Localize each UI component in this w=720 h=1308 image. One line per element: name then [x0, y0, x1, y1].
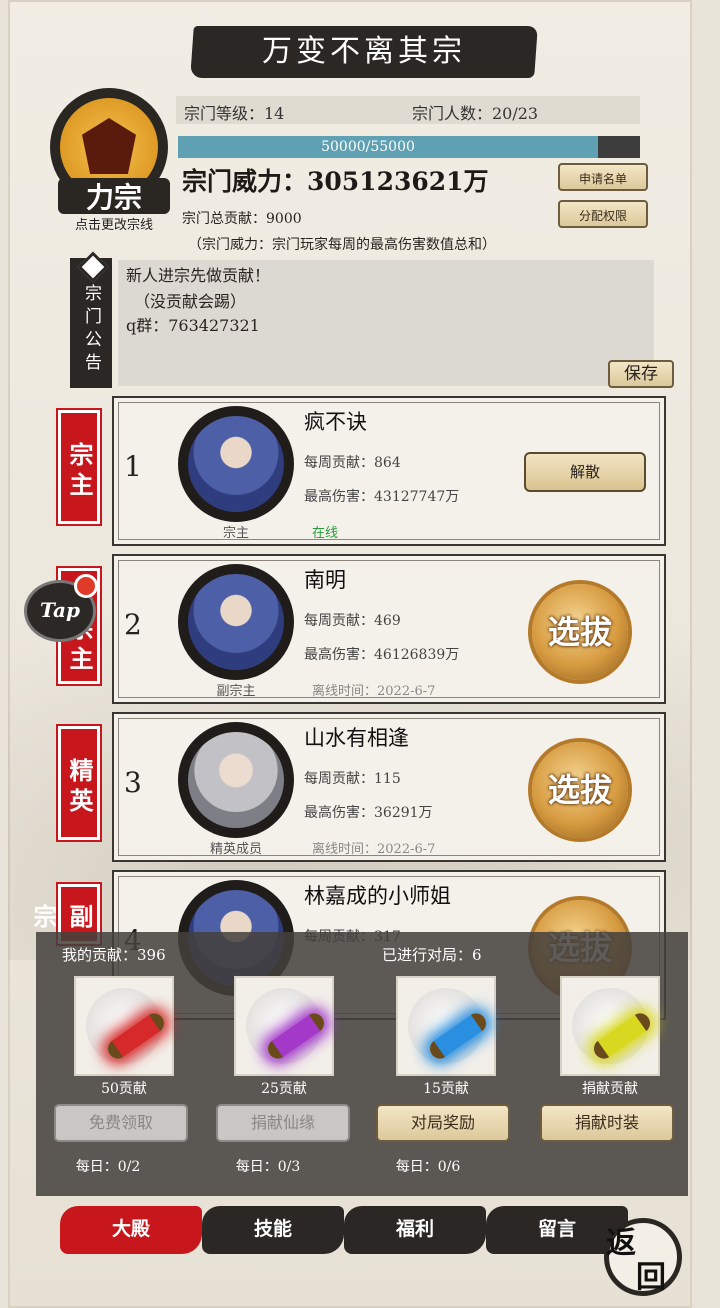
member-card[interactable]: 3 精英成员 山水有相逢 每周贡献：115 最高伤害：36291万 离线时间：2… — [112, 712, 666, 862]
nav-hall[interactable]: 大殿 — [60, 1206, 202, 1254]
item-bg — [86, 988, 168, 1064]
assign-permission-button[interactable]: 分配权限 — [558, 200, 648, 228]
dismiss-button[interactable]: 解散 — [524, 452, 646, 492]
reward-item[interactable] — [560, 976, 660, 1076]
scroll-icon — [426, 1009, 490, 1063]
offline-time: 离线时间：2022-6-7 — [312, 684, 436, 699]
item-label: 50贡献 — [101, 1081, 147, 1097]
weekly-contribution: 每周贡献：864 — [304, 455, 401, 471]
match-reward-button[interactable]: 对局奖励 — [376, 1104, 510, 1142]
member-name: 林嘉成的小师姐 — [304, 884, 451, 908]
sect-exp-text: 50000/55000 — [321, 139, 415, 155]
scroll-icon — [264, 1009, 328, 1063]
sect-total-contribution: 宗门总贡献：9000 — [182, 211, 302, 227]
member-rank: 3 — [124, 766, 142, 799]
weekly-contribution: 每周贡献：115 — [304, 771, 401, 787]
member-role: 副宗主 — [216, 684, 256, 699]
offline-time: 离线时间：2022-6-7 — [312, 842, 436, 857]
reward-item[interactable] — [234, 976, 334, 1076]
avatar[interactable] — [178, 722, 294, 838]
save-notice-button[interactable]: 保存 — [608, 360, 674, 388]
power-note: （宗门威力：宗门玩家每周的最高伤害数值总和） — [188, 237, 496, 253]
member-card[interactable]: 2 副宗主 南明 每周贡献：469 最高伤害：46126839万 离线时间：20… — [112, 554, 666, 704]
donate-fate-button[interactable]: 捐献仙缘 — [216, 1104, 350, 1142]
item-label: 15贡献 — [423, 1081, 469, 1097]
weekly-contribution: 每周贡献：469 — [304, 613, 401, 629]
member-count: 宗门人数：20/23 — [412, 104, 539, 123]
member-name: 南明 — [304, 568, 346, 592]
max-damage: 最高伤害：36291万 — [304, 805, 433, 821]
donate-costume-button[interactable]: 捐献时装 — [540, 1104, 674, 1142]
back-label-1: 返 — [606, 1226, 636, 1261]
matches-played: 已进行对局：6 — [382, 946, 482, 964]
avatar-portrait — [188, 732, 284, 828]
max-damage: 最高伤害：43127747万 — [304, 489, 460, 505]
nav-skills[interactable]: 技能 — [202, 1206, 344, 1254]
member-card[interactable]: 1 宗主 疯不诀 每周贡献：864 最高伤害：43127747万 在线 解散 — [112, 396, 666, 546]
member-rank: 1 — [124, 450, 142, 483]
item-bg — [246, 988, 328, 1064]
rank-tag-leader: 宗主 — [56, 408, 102, 526]
item-label: 25贡献 — [261, 1081, 307, 1097]
scroll-icon — [104, 1009, 168, 1063]
avatar-portrait — [188, 416, 284, 512]
back-label-2: 回 — [636, 1260, 666, 1295]
member-name: 山水有相逢 — [304, 726, 409, 750]
reward-item[interactable] — [396, 976, 496, 1076]
notice-line-3: q群：763427321 — [126, 316, 260, 335]
reward-item[interactable] — [74, 976, 174, 1076]
avatar[interactable] — [178, 564, 294, 680]
apply-list-button[interactable]: 申请名单 — [558, 163, 648, 191]
avatar-portrait — [188, 574, 284, 670]
online-status: 在线 — [312, 526, 339, 541]
member-rank: 2 — [124, 608, 142, 641]
item-bg — [572, 988, 654, 1064]
member-role: 精英成员 — [209, 842, 262, 857]
sect-change-hint[interactable]: 点击更改宗线 — [44, 214, 184, 233]
scroll-icon — [590, 1009, 654, 1063]
member-name: 疯不诀 — [304, 410, 367, 434]
sect-level: 宗门等级：14 — [184, 104, 285, 123]
nav-welfare[interactable]: 福利 — [344, 1206, 486, 1254]
daily-limit: 每日：0/2 — [75, 1159, 141, 1175]
item-bg — [408, 988, 490, 1064]
notification-dot — [74, 574, 98, 598]
sect-name[interactable]: 力宗 — [58, 176, 170, 216]
rank-tag-elite: 精英 — [56, 724, 102, 842]
sect-power: 宗门威力：305123621万 — [182, 167, 489, 196]
page-title: 万变不离其宗 — [262, 34, 466, 69]
notice-line-1: 新人进宗先做贡献！ — [126, 266, 271, 285]
item-label: 捐献贡献 — [582, 1081, 638, 1097]
my-contribution: 我的贡献：396 — [62, 946, 166, 964]
select-button[interactable]: 选拔 — [532, 584, 628, 680]
member-role: 宗主 — [222, 526, 249, 541]
daily-limit: 每日：0/6 — [395, 1159, 461, 1175]
notice-line-2: （没贡献会踢） — [134, 292, 247, 311]
select-button[interactable]: 选拔 — [532, 742, 628, 838]
daily-limit: 每日：0/3 — [235, 1159, 301, 1175]
free-claim-button[interactable]: 免费领取 — [54, 1104, 188, 1142]
avatar[interactable] — [178, 406, 294, 522]
max-damage: 最高伤害：46126839万 — [304, 647, 460, 663]
